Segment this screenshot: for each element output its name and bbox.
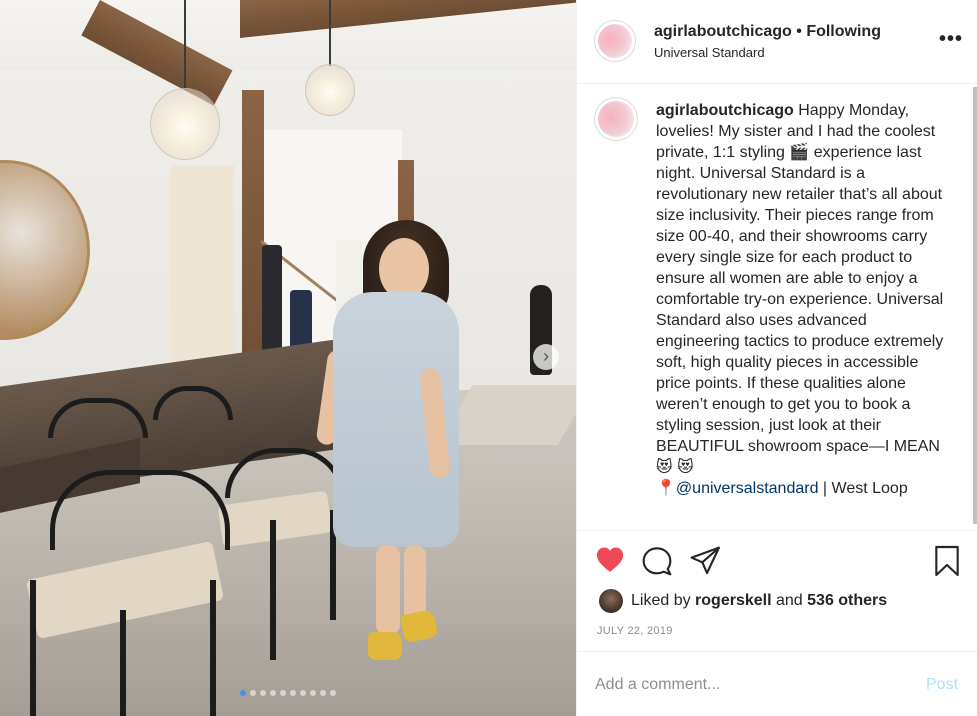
add-comment-bar: Post [577, 651, 977, 716]
carousel-indicator [0, 690, 576, 696]
carousel-dot [260, 690, 266, 696]
post-photo[interactable]: › [0, 0, 576, 716]
caption-avatar[interactable] [594, 97, 638, 141]
following-button[interactable]: Following [806, 23, 881, 40]
post-actions: Liked by rogerskell and 536 others JULY … [577, 530, 977, 650]
carousel-dot [290, 690, 296, 696]
photo-lamp-cord [184, 0, 186, 90]
post-date[interactable]: JULY 22, 2019 [597, 625, 673, 637]
carousel-dot [330, 690, 336, 696]
comments-scrollbar[interactable] [973, 87, 977, 524]
heart-icon[interactable] [594, 545, 626, 575]
photo-lamp-cord [329, 0, 331, 66]
carousel-dot [240, 690, 246, 696]
post-button[interactable]: Post [926, 676, 958, 694]
likes-middle: and [775, 592, 803, 609]
comment-icon[interactable] [641, 545, 673, 577]
more-icon[interactable]: ••• [939, 28, 963, 51]
post-header: agirlaboutchicago • Following Universal … [577, 0, 977, 84]
comment-input[interactable] [595, 670, 915, 700]
caption: agirlaboutchicago Happy Monday, lovelies… [656, 100, 946, 499]
photo-pendant-lamp [150, 88, 220, 160]
carousel-dot [300, 690, 306, 696]
likes-prefix: Liked by [631, 592, 691, 609]
caption-username[interactable]: agirlaboutchicago [656, 102, 794, 119]
carousel-dot [280, 690, 286, 696]
photo-chair-leg [270, 520, 276, 660]
header-user-line: agirlaboutchicago • Following [654, 23, 881, 41]
bookmark-icon[interactable] [933, 545, 961, 577]
location-link[interactable]: Universal Standard [654, 45, 765, 60]
chevron-right-icon[interactable]: › [533, 344, 559, 370]
photo-woman-leg [376, 545, 400, 635]
header-username[interactable]: agirlaboutchicago [654, 23, 792, 40]
photo-woman-shoe [368, 632, 402, 660]
avatar-image [598, 101, 634, 137]
share-icon[interactable] [689, 545, 721, 577]
liker-username[interactable]: rogerskell [695, 592, 771, 610]
caption-mention-link[interactable]: @universalstandard [676, 480, 819, 497]
carousel-dot [310, 690, 316, 696]
post-side-panel: agirlaboutchicago • Following Universal … [576, 0, 977, 716]
caption-text: Happy Monday, lovelies! My sister and I … [656, 102, 944, 476]
photo-chair-leg [120, 610, 126, 716]
liker-avatar[interactable] [599, 589, 623, 613]
photo-mirror [0, 160, 90, 340]
scrollbar-thumb[interactable] [973, 87, 977, 524]
header-separator: • [796, 23, 802, 40]
caption-location-text: | West Loop [818, 480, 908, 497]
avatar[interactable] [594, 20, 636, 62]
likes-others-link[interactable]: 536 others [807, 592, 887, 610]
carousel-dot [320, 690, 326, 696]
photo-pendant-lamp [305, 64, 355, 116]
carousel-dot [250, 690, 256, 696]
instagram-post: › agirlaboutchicago • Following Universa… [0, 0, 977, 716]
likes-line: Liked by rogerskell and 536 others [599, 588, 887, 614]
avatar-image [598, 24, 632, 58]
comments-area: agirlaboutchicago Happy Monday, lovelies… [577, 85, 977, 530]
photo-garment [262, 245, 282, 350]
carousel-dot [270, 690, 276, 696]
photo-woman-face [379, 238, 429, 300]
pin-emoji: 📍 [656, 480, 676, 497]
photo-chair [50, 470, 230, 550]
